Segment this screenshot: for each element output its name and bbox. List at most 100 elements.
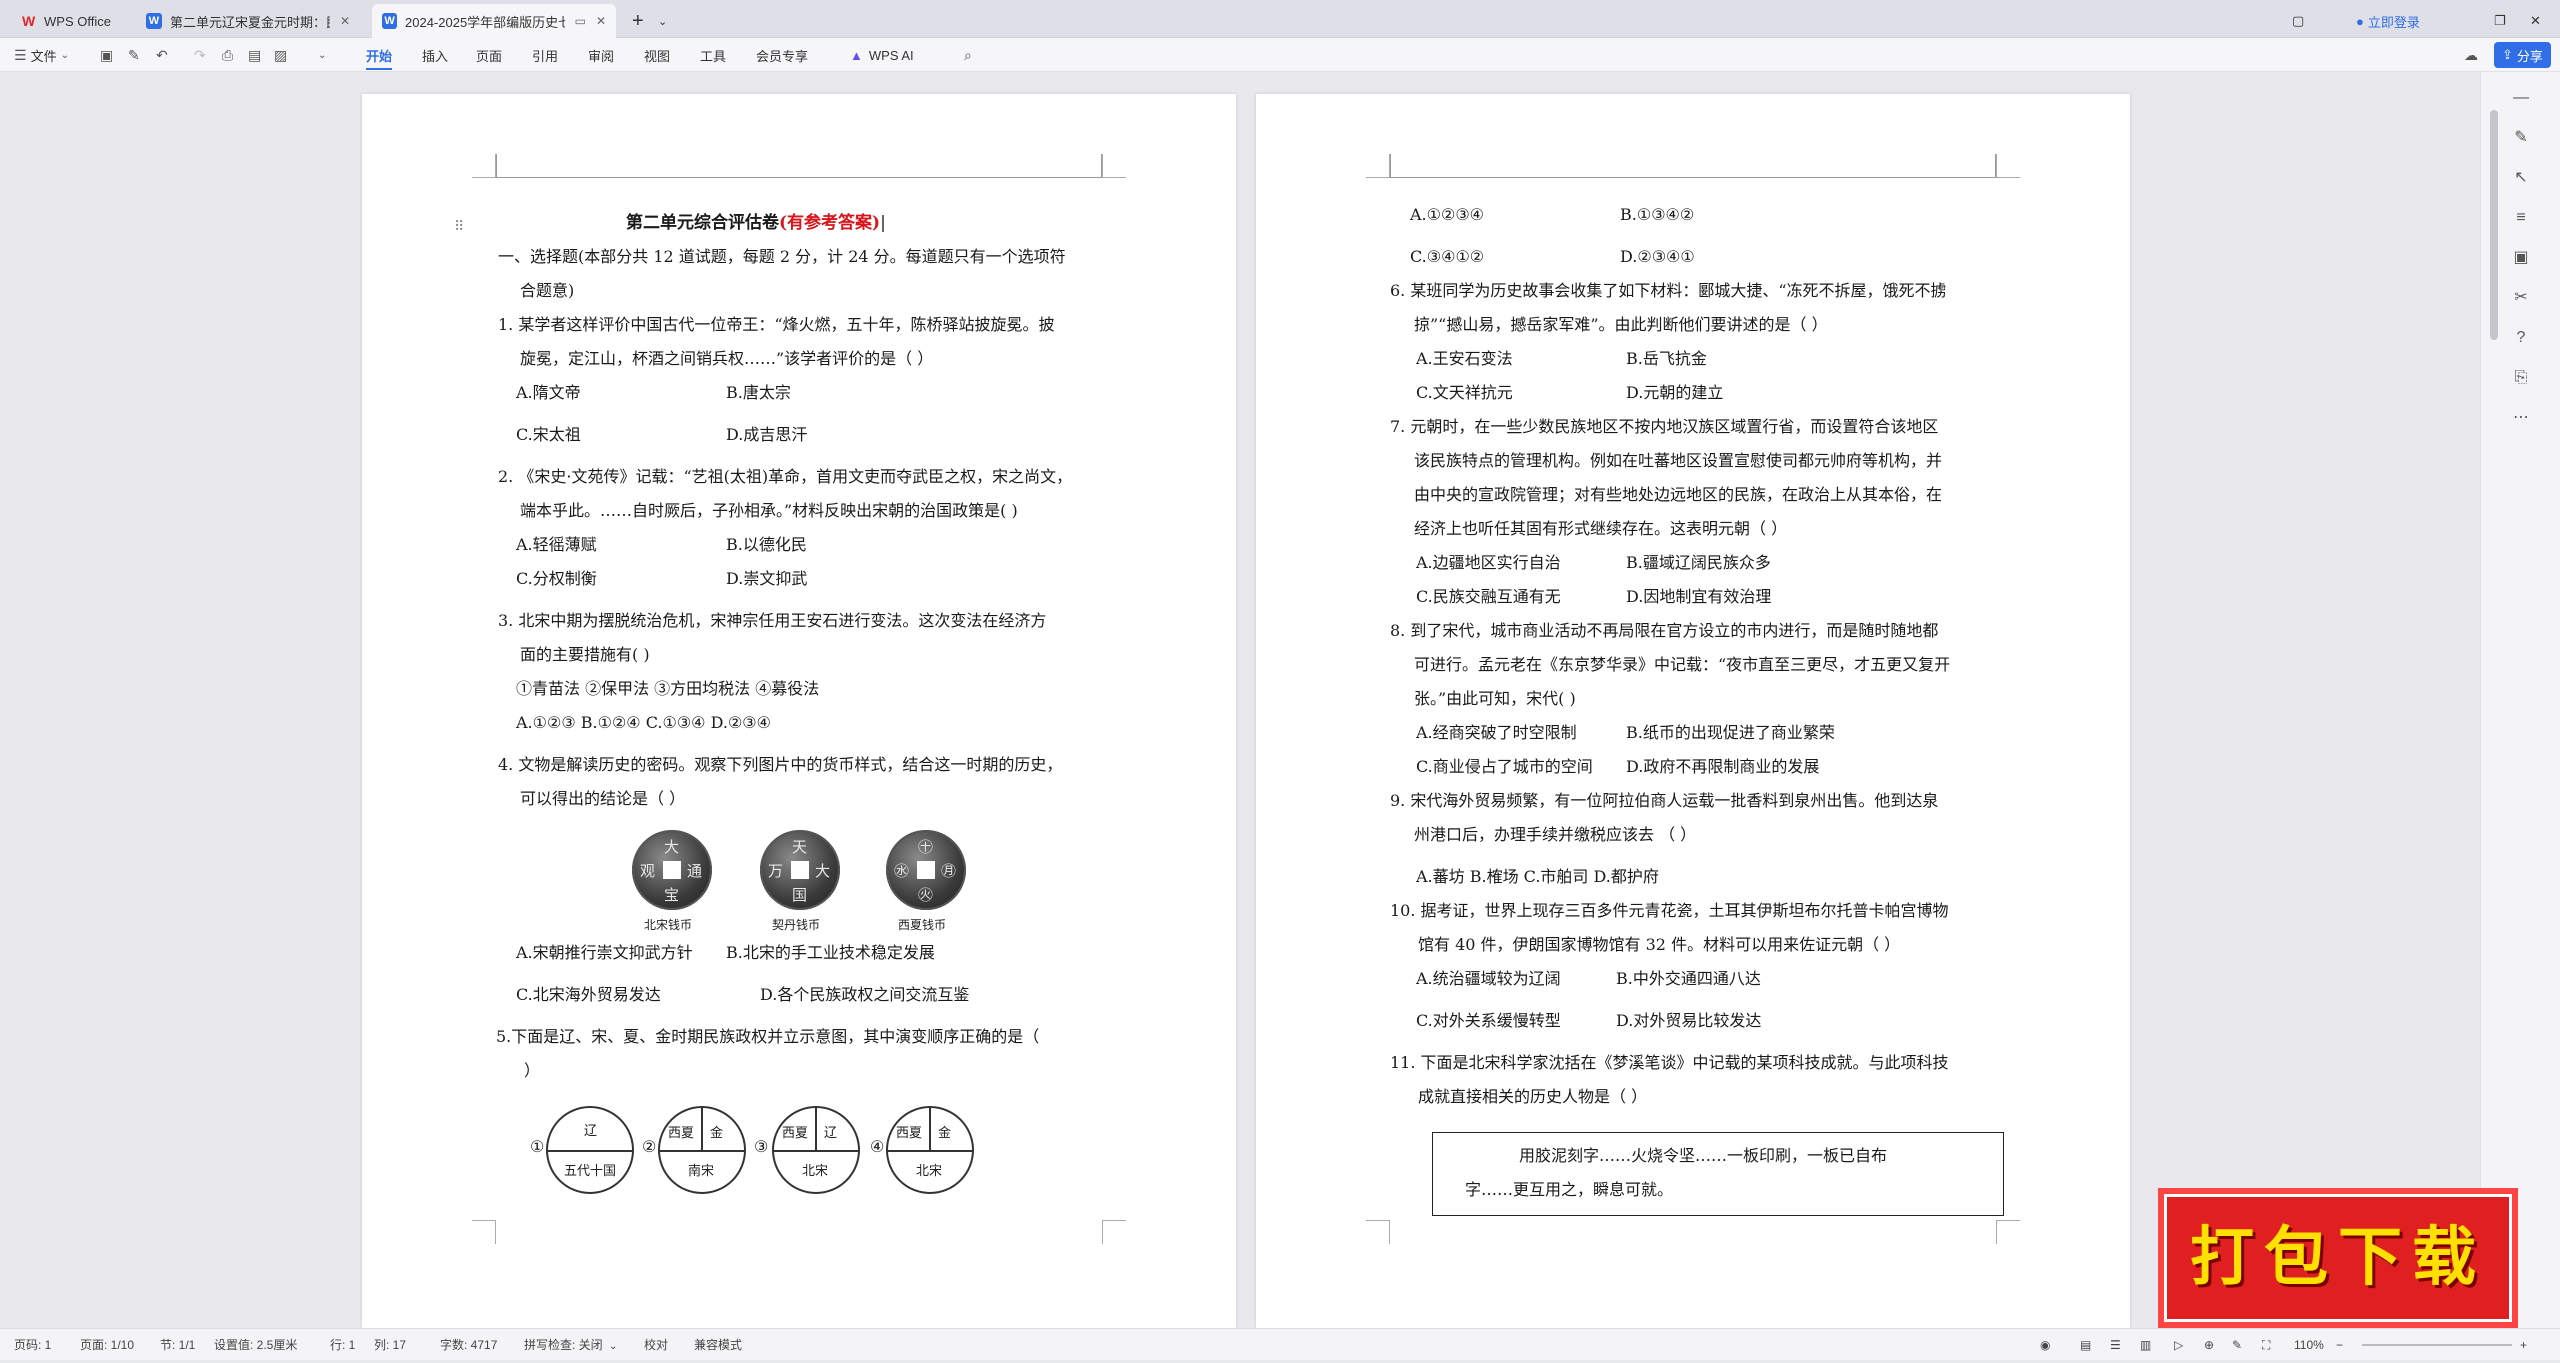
close-window-icon[interactable]: ✕ xyxy=(2520,4,2544,38)
crop-mark xyxy=(472,1220,496,1244)
tools-icon[interactable]: ✂ xyxy=(2509,286,2533,310)
tab-insert[interactable]: 插入 xyxy=(422,38,448,72)
question-8-cont: 张。”由此可知，宋代( ) xyxy=(1414,689,1576,708)
search-icon[interactable]: ⌕ xyxy=(964,38,972,72)
question-9-cont: 州港口后，办理手续并缴税应该去 （ ） xyxy=(1414,825,1697,844)
tab-references[interactable]: 引用 xyxy=(532,38,558,72)
page-view-icon[interactable]: ▤ xyxy=(2080,1329,2091,1361)
regime-diagram-3: 西夏 辽 北宋 xyxy=(772,1106,860,1194)
save-icon[interactable]: ▣ xyxy=(100,38,113,72)
status-page[interactable]: 页码: 1 xyxy=(14,1329,51,1361)
zoom-slider[interactable] xyxy=(2362,1329,2512,1361)
question-8-cont: 可进行。孟元老在《东京梦华录》中记载：“夜市直至三更尽，才五更又复开 xyxy=(1414,655,1951,674)
status-words[interactable]: 字数: 4717 xyxy=(440,1329,497,1361)
option: D.因地制宜有效治理 xyxy=(1626,587,1772,606)
question-7: 7. 元朝时，在一些少数民族地区不按内地汉族区域置行省，而设置符合该地区 xyxy=(1390,417,1939,436)
wps-ai-button[interactable]: ▲ WPS AI xyxy=(850,38,914,72)
zoom-in-icon[interactable]: + xyxy=(2520,1329,2527,1361)
more-chevron-icon[interactable]: ⌄ xyxy=(318,38,326,72)
fit-view-icon[interactable]: ⛶ xyxy=(2262,1329,2270,1361)
question-5: 5.下面是辽、宋、夏、金时期民族政权并立示意图，其中演变顺序正确的是（ xyxy=(496,1027,1040,1046)
window-icon[interactable]: ▢ xyxy=(2282,4,2306,38)
option: A.统治疆域较为辽阔 xyxy=(1416,969,1561,988)
read-view-icon[interactable]: ▥ xyxy=(2140,1329,2151,1361)
download-banner[interactable]: 打包下载 xyxy=(2158,1188,2518,1328)
question-4-cont: 可以得出的结论是（ ） xyxy=(520,789,686,808)
print-icon[interactable]: ⎙ xyxy=(222,38,233,72)
web-view-icon[interactable]: ⊕ xyxy=(2204,1329,2214,1361)
status-row[interactable]: 行: 1 xyxy=(330,1329,355,1361)
close-icon[interactable]: ✕ xyxy=(340,14,350,28)
diagram-number: ② xyxy=(642,1137,657,1156)
option: B.中外交通四通八达 xyxy=(1616,969,1761,988)
redo-icon[interactable]: ↷ xyxy=(194,38,206,72)
tab-home[interactable]: 开始 xyxy=(366,38,393,72)
outline-view-icon[interactable]: ☰ xyxy=(2110,1329,2121,1361)
help-icon[interactable]: ? xyxy=(2509,326,2533,350)
chevron-down-icon[interactable]: ⌄ xyxy=(648,4,668,38)
option: A.①②③④ xyxy=(1410,205,1485,224)
compat-mode: 兼容模式 xyxy=(694,1338,743,1352)
status-pages[interactable]: 页面: 1/10 xyxy=(80,1329,134,1361)
edit-pen-icon[interactable]: ✎ xyxy=(2509,126,2533,150)
coin-image: ㊉ ㊊ ㊋ ㊌ xyxy=(886,830,966,910)
tab-wps-office[interactable]: W WPS Office xyxy=(12,4,132,38)
share-panel-icon[interactable]: ⎘ xyxy=(2509,366,2533,390)
select-cursor-icon[interactable]: ↖ xyxy=(2509,166,2533,190)
more-icon[interactable]: ⋯ xyxy=(2509,406,2533,430)
file-menu[interactable]: ☰ 文件 ⌄ xyxy=(14,38,69,72)
question-10: 10. 据考证，世界上现存三百多件元青花瓷，土耳其伊斯坦布尔托普卡帕宫博物 xyxy=(1390,901,1949,920)
zoom-out-icon[interactable]: − xyxy=(2336,1329,2343,1361)
proofread-button[interactable]: 校对 xyxy=(644,1329,668,1361)
document-page-2[interactable]: A.①②③④ B.①③④② C.③④①② D.②③④① 6. 某班同学为历史故事… xyxy=(1256,94,2130,1328)
ai-icon: ▲ xyxy=(850,47,863,63)
tab-review[interactable]: 审阅 xyxy=(588,38,614,72)
picture-icon[interactable]: ▨ xyxy=(274,38,287,72)
status-setting[interactable]: 设置值: 2.5厘米 xyxy=(214,1329,297,1361)
option: A.王安石变法 xyxy=(1416,349,1513,368)
tab-tools[interactable]: 工具 xyxy=(700,38,726,72)
eye-protect-icon[interactable]: ◉ xyxy=(2040,1329,2050,1361)
screen-icon[interactable]: ▭ xyxy=(575,14,586,28)
share-button[interactable]: ⇪ 分享 xyxy=(2494,42,2551,68)
crop-mark xyxy=(1102,1220,1126,1244)
option: C.商业侵占了城市的空间 xyxy=(1416,757,1593,776)
tab-document-2[interactable]: W 2024-2025学年部编版历史七 ▭ ✕ xyxy=(372,4,616,38)
login-button[interactable]: ● 立即登录 xyxy=(2346,4,2456,38)
tab-document-1[interactable]: W 第二单元辽宋夏金元时期：民族关 ✕ xyxy=(136,4,368,38)
status-col[interactable]: 列: 17 xyxy=(374,1329,406,1361)
format-painter-icon[interactable]: ✎ xyxy=(128,38,140,72)
option: C.文天祥抗元 xyxy=(1416,383,1513,402)
close-icon[interactable]: ✕ xyxy=(596,14,606,28)
settings-sliders-icon[interactable]: ≡ xyxy=(2509,206,2533,230)
zoom-level[interactable]: 110% xyxy=(2294,1329,2324,1361)
drag-handle-icon[interactable]: ⠿ xyxy=(454,210,464,244)
image-tool-icon[interactable]: ▣ xyxy=(2509,246,2533,270)
document-page-1[interactable]: ⠿ 第二单元综合评估卷(有参考答案)| 一、选择题(本部分共 12 道试题，每题… xyxy=(362,94,1236,1328)
cloud-sync-icon[interactable]: ☁ xyxy=(2464,38,2478,72)
option: D.对外贸易比较发达 xyxy=(1616,1011,1762,1030)
question-7-cont: 该民族特点的管理机构。例如在吐蕃地区设置宣慰使司都元帅府等机构，并 xyxy=(1414,451,1943,470)
minimize-panel-icon[interactable]: — xyxy=(2509,86,2533,110)
tab-member[interactable]: 会员专享 xyxy=(756,38,808,72)
question-6-cont: 掠”“撼山易，撼岳家军难”。由此判断他们要讲述的是（ ） xyxy=(1414,315,1828,334)
export-pdf-icon[interactable]: ▤ xyxy=(248,38,261,72)
chevron-down-icon: ⌄ xyxy=(60,49,69,61)
vertical-scrollbar[interactable] xyxy=(2490,110,2498,340)
crop-mark xyxy=(472,154,496,178)
status-section[interactable]: 节: 1/1 xyxy=(160,1329,195,1361)
tab-page[interactable]: 页面 xyxy=(476,38,502,72)
question-7-cont: 经济上也听任其固有形式继续存在。这表明元朝（ ） xyxy=(1414,519,1788,538)
option: D.②③④① xyxy=(1620,247,1695,266)
question-2-cont: 端本乎此。……自时厥后，子孙相承。”材料反映出宋朝的治国政策是( ) xyxy=(520,501,1018,520)
option: C.民族交融互通有无 xyxy=(1416,587,1561,606)
coin-image: 天 大 国 万 xyxy=(760,830,840,910)
play-icon[interactable]: ▷ xyxy=(2174,1329,2183,1361)
spell-check[interactable]: 拼写检查: 关闭 ⌄ xyxy=(524,1329,617,1361)
status-bar: 页码: 1 页面: 1/10 节: 1/1 设置值: 2.5厘米 行: 1 列:… xyxy=(0,1328,2560,1360)
tab-view[interactable]: 视图 xyxy=(644,38,670,72)
diagram-number: ① xyxy=(530,1137,545,1156)
undo-icon[interactable]: ↶ xyxy=(156,38,168,72)
restore-window-icon[interactable]: ❐ xyxy=(2484,4,2508,38)
pen-view-icon[interactable]: ✎ xyxy=(2232,1329,2242,1361)
